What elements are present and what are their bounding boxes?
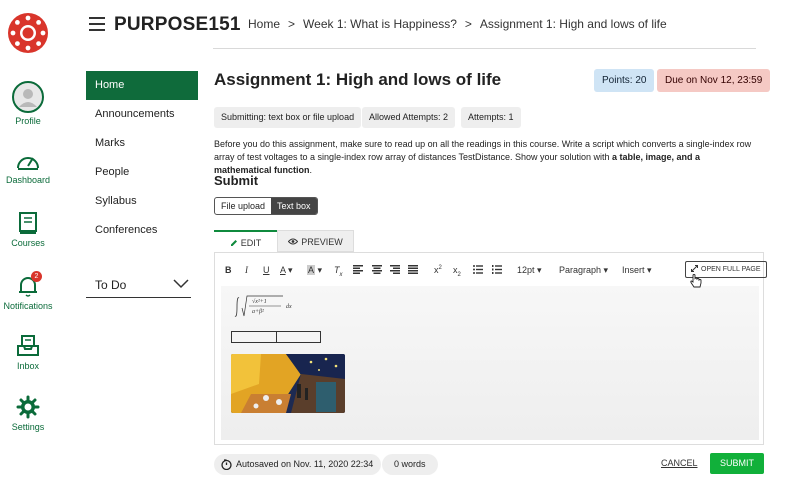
editor-toolbar: B I U A ▾ A ▾ Tx x2 x2 12pt ▾ Paragraph …	[215, 253, 767, 286]
math-formula-image: √x²+1 a+β² dx	[234, 295, 292, 317]
breadcrumb-week[interactable]: Week 1: What is Happiness?	[303, 17, 457, 31]
text-color-button[interactable]: A ▾	[280, 265, 293, 276]
font-size-select[interactable]: 12pt ▾	[517, 265, 542, 276]
text-box-option[interactable]: Text box	[271, 198, 317, 214]
global-nav-notifications[interactable]: 2 Notifications	[0, 271, 56, 311]
table-cell-divider	[276, 332, 277, 342]
course-nav-marks[interactable]: Marks	[86, 129, 198, 158]
course-nav-people[interactable]: People	[86, 158, 198, 187]
inserted-table[interactable]	[231, 331, 321, 343]
align-center-icon[interactable]	[372, 265, 382, 274]
tab-edit-label: EDIT	[240, 238, 262, 248]
bold-button[interactable]: B	[225, 265, 232, 275]
eye-icon	[288, 238, 299, 245]
insert-menu[interactable]: Insert ▾	[622, 265, 652, 276]
align-left-icon[interactable]	[353, 265, 363, 274]
global-nav-label: Inbox	[16, 361, 40, 371]
course-nav-announcements[interactable]: Announcements	[86, 100, 198, 129]
global-nav-settings[interactable]: Settings	[0, 395, 56, 432]
hand-cursor-icon	[690, 274, 702, 288]
due-date-badge: Due on Nov 12, 23:59	[657, 69, 771, 92]
course-nav-conferences[interactable]: Conferences	[86, 216, 198, 245]
global-nav-label: Notifications	[3, 301, 53, 311]
submission-mode-toggle: File upload Text box	[214, 197, 318, 215]
breadcrumb: Home > Week 1: What is Happiness? > Assignme…	[248, 17, 667, 31]
bullet-list-icon[interactable]	[473, 265, 483, 274]
cancel-button[interactable]: CANCEL	[661, 458, 698, 468]
points-badge: Points: 20	[594, 69, 655, 92]
submission-type-chip: Submitting: text box or file upload	[214, 107, 362, 128]
chevron-down-icon	[173, 279, 189, 289]
autosave-icon	[221, 459, 232, 470]
insert-label: Insert	[622, 265, 645, 275]
course-nav: Home Announcements Marks People Syllabus…	[86, 71, 198, 245]
global-nav: Profile Dashboard Courses 2 Notification…	[0, 0, 56, 486]
breadcrumb-current: Assignment 1: High and lows of life	[479, 17, 667, 31]
breadcrumb-home[interactable]: Home	[248, 17, 280, 31]
inbox-icon	[17, 335, 39, 356]
notification-badge: 2	[31, 271, 42, 282]
global-nav-label: Profile	[15, 116, 41, 126]
todo-label: To Do	[95, 278, 127, 292]
autosave-status: Autosaved on Nov. 11, 2020 22:34	[214, 454, 382, 475]
hamburger-menu-icon[interactable]	[89, 17, 105, 31]
description-end: .	[309, 165, 313, 175]
font-size-value: 12pt	[517, 265, 535, 275]
block-format-select[interactable]: Paragraph ▾	[559, 265, 608, 276]
global-nav-label: Dashboard	[5, 175, 51, 185]
align-right-icon[interactable]	[390, 265, 400, 274]
book-icon	[19, 212, 37, 234]
autosave-text: Autosaved on Nov. 11, 2020 22:34	[236, 459, 374, 469]
tab-preview[interactable]: PREVIEW	[277, 230, 354, 252]
tab-preview-label: PREVIEW	[301, 237, 343, 247]
clear-formatting-button[interactable]: Tx	[334, 265, 343, 278]
svg-text:a+β²: a+β²	[252, 309, 264, 315]
avatar-icon	[12, 81, 44, 113]
gear-icon	[16, 395, 40, 419]
tab-edit[interactable]: EDIT	[214, 230, 277, 252]
canvas-logo-icon[interactable]	[7, 12, 49, 54]
header-divider	[213, 48, 756, 49]
highlight-color-button[interactable]: A ▾	[307, 265, 322, 276]
subscript-button[interactable]: x2	[453, 265, 461, 278]
rich-text-editor: B I U A ▾ A ▾ Tx x2 x2 12pt ▾ Paragraph …	[214, 252, 767, 445]
superscript-button[interactable]: x2	[434, 265, 442, 275]
global-nav-label: Courses	[11, 238, 45, 248]
breadcrumb-separator: >	[288, 17, 296, 31]
submit-button[interactable]: SUBMIT	[710, 453, 764, 474]
submit-heading: Submit	[214, 173, 259, 188]
global-nav-inbox[interactable]: Inbox	[0, 334, 56, 371]
editor-content-area[interactable]: √x²+1 a+β² dx	[221, 286, 759, 440]
svg-text:dx: dx	[286, 304, 292, 310]
assignment-description: Before you do this assignment, make sure…	[214, 138, 760, 177]
block-format-value: Paragraph	[559, 265, 602, 275]
breadcrumb-separator: >	[464, 17, 472, 31]
underline-button[interactable]: U	[263, 265, 270, 275]
course-title[interactable]: PURPOSE151	[114, 14, 241, 36]
allowed-attempts-chip: Allowed Attempts: 2	[362, 107, 456, 128]
global-nav-courses[interactable]: Courses	[0, 211, 56, 248]
numbered-list-icon[interactable]	[492, 265, 502, 274]
speedometer-icon	[17, 157, 39, 170]
italic-button[interactable]: I	[245, 265, 248, 275]
course-nav-syllabus[interactable]: Syllabus	[86, 187, 198, 216]
svg-text:√x²+1: √x²+1	[252, 298, 267, 305]
inserted-painting-image[interactable]	[231, 354, 345, 413]
word-count: 0 words	[382, 454, 438, 475]
global-nav-profile[interactable]: Profile	[0, 81, 56, 126]
global-nav-label: Settings	[11, 422, 45, 432]
attempts-chip: Attempts: 1	[461, 107, 521, 128]
pencil-icon	[230, 240, 237, 246]
course-nav-home[interactable]: Home	[86, 71, 198, 100]
global-nav-dashboard[interactable]: Dashboard	[0, 150, 56, 185]
assignment-title: Assignment 1: High and lows of life	[214, 70, 502, 89]
todo-dropdown[interactable]: To Do	[86, 275, 191, 298]
align-justify-icon[interactable]	[408, 265, 418, 274]
open-full-page-label: OPEN FULL PAGE	[701, 266, 761, 273]
file-upload-option[interactable]: File upload	[215, 198, 271, 214]
expand-icon	[691, 265, 698, 272]
